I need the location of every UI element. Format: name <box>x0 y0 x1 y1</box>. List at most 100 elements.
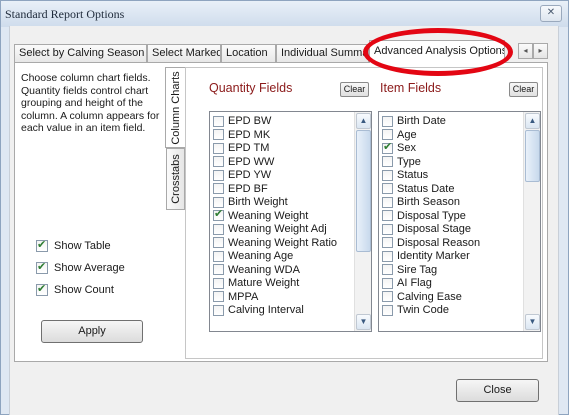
list-item-label: Status Date <box>397 182 455 195</box>
tab-scroll-right-icon[interactable]: ▸ <box>533 43 548 59</box>
tab-individual-summary[interactable]: Individual Summary <box>276 44 369 62</box>
list-checkbox[interactable] <box>213 223 224 235</box>
scroll-up-icon[interactable]: ▲ <box>356 113 371 129</box>
list-checkbox[interactable] <box>213 183 224 195</box>
list-checkbox[interactable] <box>213 129 224 141</box>
list-item[interactable]: Calving Interval <box>210 304 371 318</box>
list-item[interactable]: Birth Date <box>379 115 540 129</box>
list-checkbox[interactable] <box>213 196 224 208</box>
list-item[interactable]: Disposal Type <box>379 210 540 224</box>
list-checkbox[interactable] <box>382 169 393 181</box>
list-item[interactable]: EPD YW <box>210 169 371 183</box>
list-item[interactable]: Twin Code <box>379 304 540 318</box>
list-item[interactable]: Disposal Stage <box>379 223 540 237</box>
list-item[interactable]: Weaning Weight Ratio <box>210 237 371 251</box>
scroll-down-icon[interactable]: ▼ <box>525 314 540 330</box>
list-item[interactable]: Birth Weight <box>210 196 371 210</box>
list-checkbox-checked[interactable] <box>382 141 393 154</box>
title-bar[interactable]: Standard Report Options ✕ <box>1 1 568 27</box>
list-item[interactable]: Calving Ease <box>379 291 540 305</box>
list-checkbox[interactable] <box>213 291 224 303</box>
list-checkbox[interactable] <box>382 156 393 168</box>
list-item[interactable]: Weaning Weight Adj <box>210 223 371 237</box>
list-item[interactable]: EPD WW <box>210 156 371 170</box>
list-checkbox[interactable] <box>213 237 224 249</box>
list-checkbox[interactable] <box>213 264 224 276</box>
list-checkbox[interactable] <box>382 223 393 235</box>
list-checkbox[interactable] <box>382 115 393 127</box>
list-checkbox[interactable] <box>213 277 224 289</box>
tab-crosstabs[interactable]: Crosstabs <box>166 148 185 210</box>
list-checkbox[interactable] <box>213 156 224 168</box>
list-checkbox[interactable] <box>382 183 393 195</box>
close-button[interactable]: Close <box>456 379 539 402</box>
tab-strip: Select by Calving Season Select Marked L… <box>14 40 548 63</box>
list-item[interactable]: EPD MK <box>210 129 371 143</box>
list-checkbox[interactable] <box>213 304 224 316</box>
list-item-label: Birth Season <box>397 196 460 208</box>
list-item[interactable]: Age <box>379 129 540 143</box>
list-item[interactable]: Identity Marker <box>379 250 540 264</box>
show-table-option[interactable]: Show Table <box>36 238 111 254</box>
list-item[interactable]: Disposal Reason <box>379 237 540 251</box>
apply-button[interactable]: Apply <box>41 320 143 343</box>
list-checkbox[interactable] <box>213 115 224 127</box>
list-item[interactable]: Status <box>379 169 540 183</box>
list-item[interactable]: Weaning Age <box>210 250 371 264</box>
list-item-label: Weaning Weight Ratio <box>228 236 338 249</box>
show-average-checkbox[interactable] <box>36 260 48 275</box>
list-item-label: Identity Marker <box>397 250 470 262</box>
list-item[interactable]: AI Flag <box>379 277 540 291</box>
clear-item-button[interactable]: Clear <box>509 82 538 97</box>
list-checkbox[interactable] <box>382 210 393 222</box>
list-checkbox[interactable] <box>382 277 393 289</box>
list-item[interactable]: MPPA <box>210 291 371 305</box>
list-item[interactable]: Type <box>379 156 540 170</box>
clear-quantity-button[interactable]: Clear <box>340 82 369 97</box>
list-checkbox[interactable] <box>382 129 393 141</box>
list-checkbox[interactable] <box>382 250 393 262</box>
tab-select-by-calving-season[interactable]: Select by Calving Season <box>14 44 147 62</box>
scroll-up-icon[interactable]: ▲ <box>525 113 540 129</box>
show-table-checkbox[interactable] <box>36 238 48 253</box>
list-item-label: MPPA <box>228 290 259 303</box>
list-item[interactable]: Weaning WDA <box>210 264 371 278</box>
show-count-checkbox[interactable] <box>36 282 48 297</box>
item-fields-list[interactable]: Birth Date Age Sex Type Status Status Da… <box>378 111 541 332</box>
tab-advanced-analysis-options[interactable]: Advanced Analysis Options <box>369 40 505 63</box>
tab-location[interactable]: Location <box>221 44 276 62</box>
list-item[interactable]: Mature Weight <box>210 277 371 291</box>
quantity-list-scrollbar[interactable]: ▲ ▼ <box>354 112 371 331</box>
scroll-thumb[interactable] <box>356 130 371 252</box>
scroll-down-icon[interactable]: ▼ <box>356 314 371 330</box>
list-item[interactable]: Sire Tag <box>379 264 540 278</box>
show-count-option[interactable]: Show Count <box>36 282 114 298</box>
list-item[interactable]: Birth Season <box>379 196 540 210</box>
list-item-label: Weaning Weight Adj <box>228 223 327 235</box>
list-checkbox[interactable] <box>213 250 224 262</box>
list-checkbox[interactable] <box>213 142 224 154</box>
show-average-option[interactable]: Show Average <box>36 260 125 276</box>
list-checkbox[interactable] <box>382 304 393 316</box>
list-checkbox[interactable] <box>382 237 393 249</box>
list-item[interactable]: Weaning Weight <box>210 208 371 224</box>
list-checkbox[interactable] <box>382 264 393 276</box>
list-item-label: Disposal Reason <box>397 236 481 249</box>
list-item[interactable]: EPD BF <box>210 183 371 197</box>
window-title: Standard Report Options <box>5 7 125 21</box>
list-checkbox-checked[interactable] <box>213 208 224 222</box>
list-checkbox[interactable] <box>382 196 393 208</box>
scroll-thumb[interactable] <box>525 130 540 182</box>
tab-select-marked[interactable]: Select Marked <box>147 44 221 62</box>
tab-column-charts[interactable]: Column Charts <box>165 67 186 148</box>
quantity-fields-list[interactable]: EPD BW EPD MK EPD TM EPD WW EPD YW EPD B… <box>209 111 372 332</box>
tab-scroll-left-icon[interactable]: ◂ <box>518 43 533 59</box>
list-checkbox[interactable] <box>382 291 393 303</box>
list-item[interactable]: EPD TM <box>210 142 371 156</box>
list-checkbox[interactable] <box>213 169 224 181</box>
list-item[interactable]: Sex <box>379 141 540 156</box>
item-list-scrollbar[interactable]: ▲ ▼ <box>523 112 540 331</box>
list-item[interactable]: Status Date <box>379 183 540 197</box>
close-icon[interactable]: ✕ <box>540 5 562 22</box>
list-item[interactable]: EPD BW <box>210 115 371 129</box>
